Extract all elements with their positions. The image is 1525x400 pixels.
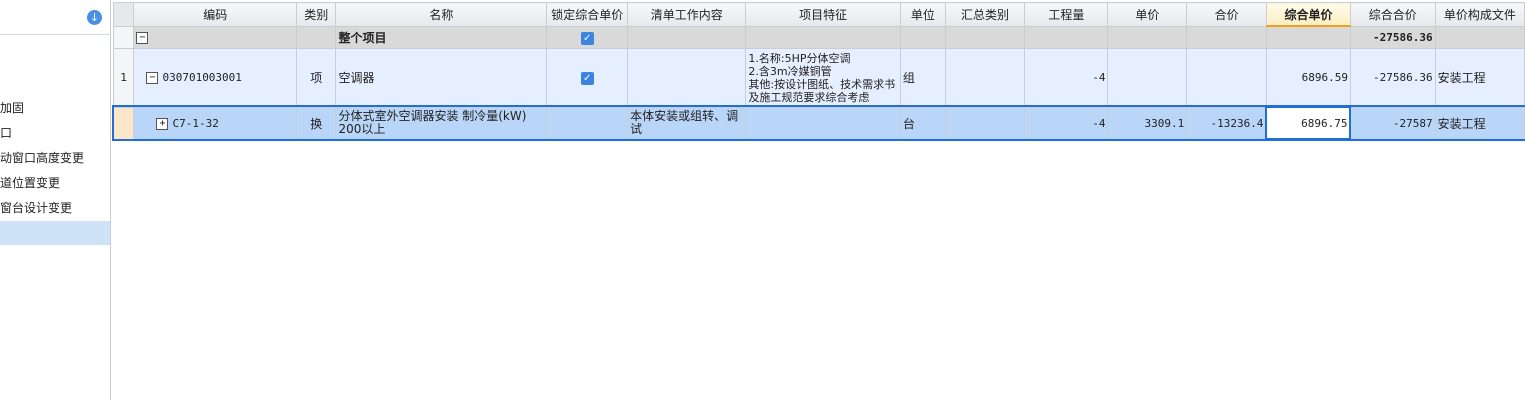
bill-table: 编码 类别 名称 锁定综合单价 清单工作内容 项目特征 单位 汇总类别 工程量 … (111, 2, 1525, 141)
qty-cell[interactable]: -4 (1024, 48, 1109, 108)
lock-cell[interactable] (546, 106, 629, 140)
work-cell[interactable]: 本体安装或组转、调试 (627, 106, 747, 140)
table-row-item[interactable]: 1 −030701003001 项 空调器 ✓ 1.名称:5HP分体空调 2.含… (112, 48, 1525, 108)
col-header-feature[interactable]: 项目特征 (745, 2, 901, 27)
col-header-price-file[interactable]: 单价构成文件 (1434, 2, 1525, 27)
download-icon[interactable]: ↓ (87, 10, 102, 25)
type-cell[interactable] (296, 25, 337, 49)
feature-cell[interactable]: 1.名称:5HP分体空调 2.含3m冷媒铜管 其他:按设计图纸、技术需求书及施工… (745, 48, 901, 108)
col-header-type[interactable]: 类别 (296, 2, 337, 27)
name-cell[interactable]: 整个项目 (335, 25, 548, 49)
summary-cell[interactable] (944, 25, 1026, 49)
sidebar-item-selected[interactable] (0, 221, 110, 245)
col-header-unit[interactable]: 单位 (899, 2, 946, 27)
total-cell[interactable] (1186, 25, 1267, 49)
comp-total-cell[interactable]: -27586.36 (1349, 48, 1436, 108)
col-header-work-content[interactable]: 清单工作内容 (627, 2, 747, 27)
sidebar-item[interactable]: 加固 (0, 96, 110, 120)
code-cell[interactable]: + C7-1-32 (133, 106, 298, 140)
qty-cell[interactable]: -4 (1024, 106, 1109, 140)
sidebar-item[interactable]: 道位置变更 (0, 171, 110, 195)
summary-cell[interactable] (944, 48, 1026, 108)
file-cell[interactable]: 安装工程 (1434, 48, 1525, 108)
table-row-group[interactable]: − 整个项目 ✓ -27586.36 (112, 25, 1525, 49)
type-cell[interactable]: 项 (296, 48, 337, 108)
lock-cell[interactable]: ✓ (546, 48, 629, 108)
comp-price-cell[interactable]: 6896.59 (1265, 48, 1351, 108)
col-header-quantity[interactable]: 工程量 (1024, 2, 1109, 27)
comp-price-cell-selected[interactable]: 6896.75 (1265, 106, 1352, 140)
bill-grid: 编码 类别 名称 锁定综合单价 清单工作内容 项目特征 单位 汇总类别 工程量 … (111, 2, 1525, 141)
type-cell[interactable]: 换 (296, 106, 337, 140)
col-header-comp-total[interactable]: 综合合价 (1349, 2, 1436, 27)
code-text: 030701003001 (162, 71, 242, 85)
comp-total-cell[interactable]: -27587 (1349, 106, 1436, 140)
feature-cell[interactable] (745, 25, 901, 49)
expand-toggle-icon[interactable]: + (156, 117, 169, 130)
unit-cell[interactable]: 台 (899, 106, 946, 140)
sidebar-item[interactable]: 口 (0, 121, 110, 145)
col-header-name[interactable]: 名称 (335, 2, 548, 27)
name-cell[interactable]: 分体式室外空调器安装 制冷量(kW) 200以上 (335, 106, 548, 140)
checkbox-checked-icon[interactable]: ✓ (580, 31, 594, 45)
sidebar-item[interactable]: 窗台设计变更 (0, 196, 110, 220)
code-cell[interactable]: − (133, 25, 298, 49)
row-number-header (112, 2, 135, 27)
col-header-total[interactable]: 合价 (1186, 2, 1267, 27)
collapse-toggle-icon[interactable]: − (146, 72, 159, 85)
code-cell[interactable]: −030701003001 (133, 48, 298, 108)
col-header-code[interactable]: 编码 (133, 2, 298, 27)
checkbox-checked-icon[interactable]: ✓ (580, 72, 594, 86)
feature-cell[interactable] (745, 106, 901, 140)
collapse-toggle-icon[interactable]: − (136, 31, 149, 44)
comp-total-cell[interactable]: -27586.36 (1349, 25, 1436, 49)
file-cell[interactable]: 安装工程 (1434, 106, 1525, 140)
summary-cell[interactable] (944, 106, 1026, 140)
unit-cell[interactable] (899, 25, 946, 49)
col-header-lock-price[interactable]: 锁定综合单价 (546, 2, 629, 27)
table-row-selected[interactable]: + C7-1-32 换 分体式室外空调器安装 制冷量(kW) 200以上 本体安装… (111, 105, 1525, 141)
name-cell[interactable]: 空调器 (335, 48, 548, 108)
code-text: C7-1-32 (172, 116, 219, 130)
row-number: 1 (112, 48, 135, 108)
total-cell[interactable] (1186, 48, 1267, 108)
total-cell[interactable]: -13236.4 (1186, 106, 1267, 140)
col-header-summary-type[interactable]: 汇总类别 (944, 2, 1026, 27)
lock-cell[interactable]: ✓ (546, 25, 629, 49)
unit-cell[interactable]: 组 (899, 48, 946, 108)
price-cell[interactable] (1107, 25, 1188, 49)
row-number (112, 25, 135, 49)
price-cell[interactable] (1107, 48, 1188, 108)
col-header-unit-price[interactable]: 单价 (1107, 2, 1188, 27)
price-cell[interactable]: 3309.1 (1107, 106, 1188, 140)
qty-cell[interactable] (1024, 25, 1109, 49)
work-cell[interactable] (627, 25, 747, 49)
col-header-comp-unit-price[interactable]: 综合单价 (1265, 2, 1351, 27)
sidebar-toolbar: ↓ (0, 0, 110, 35)
file-cell[interactable] (1434, 25, 1525, 49)
comp-price-cell[interactable] (1265, 25, 1351, 49)
work-cell[interactable] (627, 48, 747, 108)
row-number (112, 106, 135, 140)
left-sidebar: ↓ 加固 口 动窗口高度变更 道位置变更 窗台设计变更 (0, 0, 111, 400)
table-header-row: 编码 类别 名称 锁定综合单价 清单工作内容 项目特征 单位 汇总类别 工程量 … (112, 2, 1525, 27)
sidebar-item[interactable]: 动窗口高度变更 (0, 146, 110, 170)
